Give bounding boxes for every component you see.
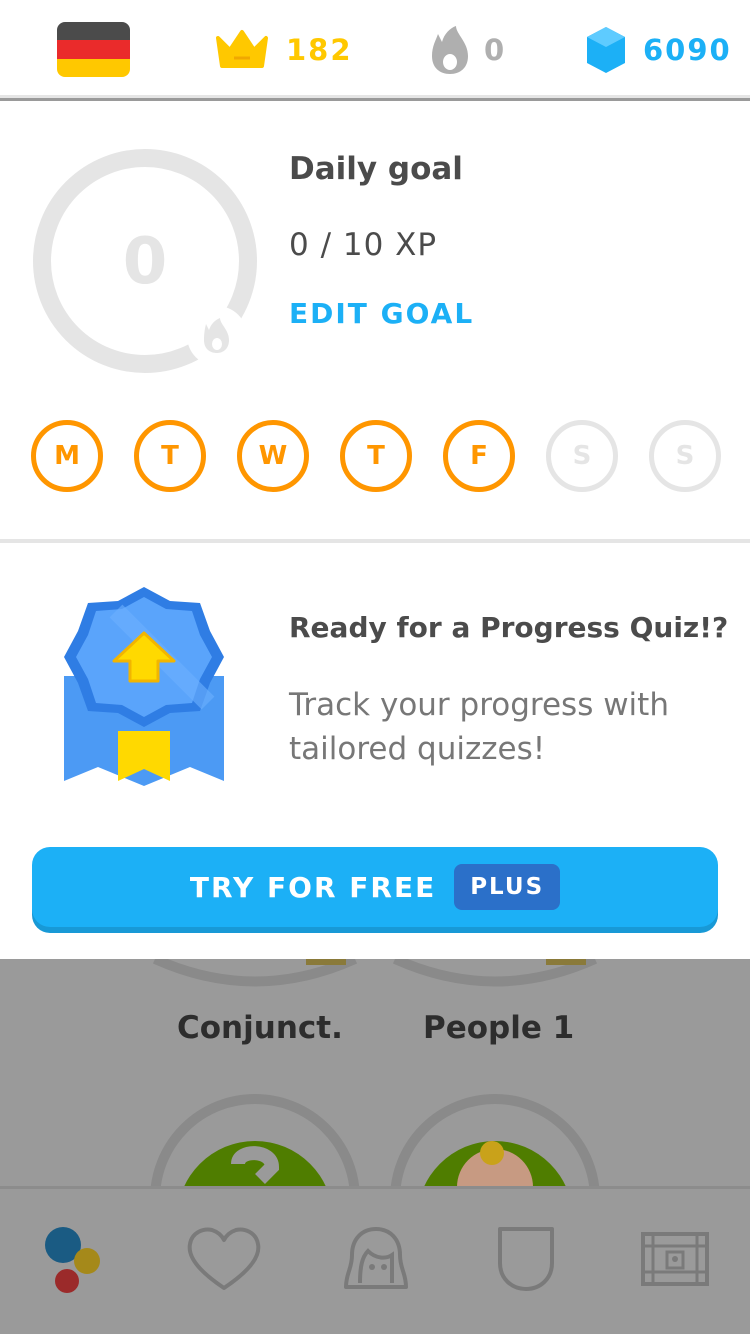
day-thursday: T <box>340 420 412 492</box>
progress-quiz-badge-icon <box>64 587 224 786</box>
skill-label-people[interactable]: People 1 <box>423 1010 574 1046</box>
shop-icon <box>641 1232 709 1286</box>
try-for-free-button[interactable]: TRY FOR FREE PLUS <box>32 847 718 927</box>
nav-learn[interactable] <box>28 1219 118 1299</box>
shield-icon <box>498 1227 554 1291</box>
learn-icon <box>45 1227 100 1293</box>
top-status-bar: 182 0 6090 <box>0 0 750 98</box>
flame-icon <box>432 26 468 74</box>
skill-label-conjunct[interactable]: Conjunct. <box>177 1010 343 1046</box>
day-monday: M <box>31 420 103 492</box>
crowns-counter[interactable]: 182 <box>214 24 353 76</box>
day-saturday: S <box>546 420 618 492</box>
germany-flag-icon[interactable] <box>57 22 130 77</box>
daily-goal-title: Daily goal <box>289 151 463 187</box>
plus-badge: PLUS <box>454 864 561 910</box>
crowns-count: 182 <box>286 33 353 67</box>
daily-goal-ring: 0 <box>33 149 257 373</box>
day-wednesday: W <box>237 420 309 492</box>
progress-quiz-description: Track your progress with tailored quizze… <box>289 687 669 767</box>
nav-shop[interactable] <box>630 1219 720 1299</box>
nav-leagues[interactable] <box>481 1219 571 1299</box>
goal-ring-value: 0 <box>123 225 168 299</box>
bottom-navigation <box>0 1186 750 1334</box>
skill-tree-graphics <box>150 959 600 1187</box>
try-for-free-label: TRY FOR FREE <box>189 870 437 904</box>
section-divider <box>0 539 750 543</box>
skill-tree-area <box>0 959 750 1187</box>
edit-goal-button[interactable]: EDIT GOAL <box>289 297 474 330</box>
streak-counter[interactable]: 0 <box>428 24 506 76</box>
heart-icon <box>187 1227 261 1290</box>
weekday-streak-row: M T W T F S S <box>31 420 721 492</box>
gems-counter[interactable]: 6090 <box>585 24 732 76</box>
day-friday: F <box>443 420 515 492</box>
gem-icon <box>587 27 625 73</box>
gems-count: 6090 <box>643 33 732 67</box>
daily-goal-panel: 0 Daily goal 0 / 10 XP EDIT GOAL M T W T… <box>0 101 750 959</box>
nav-profile[interactable] <box>331 1219 421 1299</box>
day-tuesday: T <box>134 420 206 492</box>
profile-icon <box>344 1227 408 1289</box>
crown-icon <box>216 30 268 68</box>
nav-hearts[interactable] <box>179 1219 269 1299</box>
progress-quiz-title: Ready for a Progress Quiz!? <box>289 611 729 644</box>
day-sunday: S <box>649 420 721 492</box>
streak-count: 0 <box>484 33 507 67</box>
daily-goal-progress: 0 / 10 XP <box>289 227 438 263</box>
